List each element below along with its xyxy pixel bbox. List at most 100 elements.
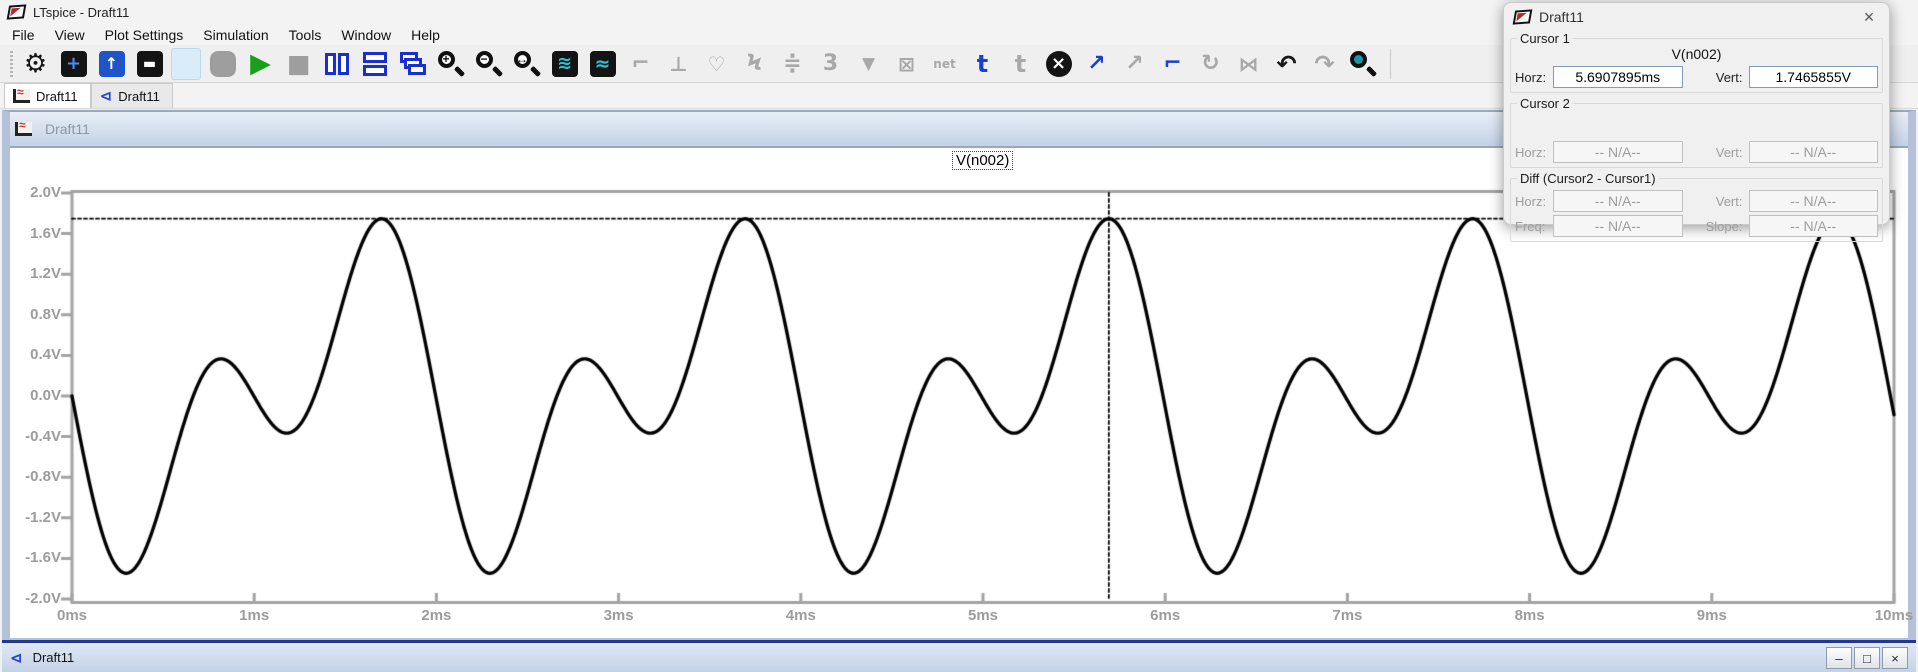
cursor2-group: Cursor 2 Horz: -- N/A-- Vert: -- N/A-- [1510,96,1883,168]
schematic-window-title-bar[interactable]: ⊲ Draft11 – □ × [2,640,1916,672]
diff-slope-value: -- N/A-- [1749,215,1879,237]
autorange-y-axis-icon[interactable]: ≋ [548,48,581,80]
menu-item-help[interactable]: Help [401,27,450,43]
cursor1-vert-label: Vert: [1697,70,1743,85]
y-axis-tick-label: -0.4V [11,428,61,445]
x-axis-tick-label: 5ms [951,607,1015,624]
y-axis-tick-label: -1.6V [11,549,61,566]
diff-horz-value: -- N/A-- [1553,190,1683,212]
ground-icon[interactable]: ⊥ [662,48,695,80]
spice-directive-icon[interactable]: t [1004,48,1037,80]
new-schematic-icon[interactable]: + [57,48,90,80]
diff-vert-label: Vert: [1697,194,1743,209]
cursor2-vert-label: Vert: [1697,145,1743,160]
cursor-dialog-title-bar[interactable]: Draft11 × [1504,3,1889,31]
delete-icon[interactable]: × [1042,48,1075,80]
halt-icon[interactable]: ■ [282,48,315,80]
net-label-icon[interactable]: ♡ [700,48,733,80]
x-axis-tick-label: 6ms [1133,607,1197,624]
close-icon[interactable]: × [1859,7,1879,28]
cursor1-label: Cursor 1 [1517,31,1573,46]
menu-item-plot-settings[interactable]: Plot Settings [95,27,194,43]
minimize-button[interactable]: – [1826,647,1852,669]
tab-waveform-draft11[interactable]: ≈ Draft11 [4,83,91,108]
capacitor-icon[interactable]: ≑ [776,48,809,80]
net-name-icon[interactable]: net [928,48,961,80]
zoom-out-icon[interactable]: − [472,48,505,80]
waveform-window-title: Draft11 [45,121,90,137]
y-axis-tick-label: -2.0V [11,590,61,607]
app-title: LTspice - Draft11 [33,5,129,20]
zoom-full-extents-icon[interactable]: ↔ [510,48,543,80]
ltspice-logo-icon [1513,9,1533,24]
diff-freq-value: -- N/A-- [1553,215,1683,237]
control-panel-icon[interactable]: ⚙ [19,48,52,80]
diff-horz-label: Horz: [1515,194,1553,209]
cursor2-label: Cursor 2 [1517,96,1573,111]
diode-icon[interactable]: ▼ [852,48,885,80]
tile-vertical-icon[interactable] [320,48,353,80]
menu-item-view[interactable]: View [45,27,95,43]
window-buttons: – □ × [1824,647,1908,669]
cursor-dialog[interactable]: Draft11 × Cursor 1 V(n002) Horz: 5.69078… [1503,2,1890,225]
text-icon[interactable]: t [966,48,999,80]
trace-label[interactable]: V(n002) [952,151,1013,170]
cursor2-horz-label: Horz: [1515,145,1553,160]
empty-highlighted-slot [171,48,201,80]
run-icon[interactable]: ▶ [244,48,277,80]
y-axis-tick-label: -1.2V [11,509,61,526]
x-axis-tick-label: 10ms [1862,607,1918,624]
resistor-icon[interactable]: Ϟ [738,48,771,80]
cascade-windows-icon[interactable] [396,48,429,80]
menu-item-tools[interactable]: Tools [279,27,332,43]
diff-group: Diff (Cursor2 - Cursor1) Horz: -- N/A-- … [1510,171,1883,242]
move-icon[interactable]: ↗ [1080,48,1113,80]
zoom-in-icon[interactable]: + [434,48,467,80]
cursor1-vert-value[interactable]: 1.7465855V [1749,66,1879,88]
x-axis-tick-label: 3ms [587,607,651,624]
waveform-plot-icon: ≈ [15,122,32,136]
drag-icon[interactable]: ↗ [1118,48,1151,80]
undo-icon[interactable]: ↶ [1270,48,1303,80]
diff-vert-value: -- N/A-- [1749,190,1879,212]
waveform-pane-icon[interactable]: ≈ [586,48,619,80]
y-axis-tick-label: 0.4V [11,346,61,363]
diff-label: Diff (Cursor2 - Cursor1) [1517,171,1659,186]
inductor-icon[interactable]: 3 [814,48,847,80]
mirror-icon[interactable]: ⋈ [1232,48,1265,80]
component-icon[interactable]: ⊠ [890,48,923,80]
wire-icon[interactable]: ⌐ [624,48,657,80]
redo-icon[interactable]: ↷ [1308,48,1341,80]
y-axis-tick-label: 0.0V [11,387,61,404]
x-axis-tick-label: 7ms [1315,607,1379,624]
stretch-wire-icon[interactable]: ⌐ [1156,48,1189,80]
x-axis-tick-label: 8ms [1498,607,1562,624]
diff-slope-label: Slope: [1697,219,1743,234]
x-axis-tick-label: 1ms [222,607,286,624]
menu-item-simulation[interactable]: Simulation [193,27,278,43]
save-icon[interactable]: ▬ [133,48,166,80]
restore-button[interactable]: □ [1854,647,1880,669]
cursor2-horz-value: -- N/A-- [1553,141,1683,163]
rotate-icon[interactable]: ↻ [1194,48,1227,80]
menu-item-file[interactable]: File [2,27,45,43]
schematic-icon: ⊲ [10,649,23,667]
cursor1-horz-value[interactable]: 5.6907895ms [1553,66,1683,88]
x-axis-tick-label: 9ms [1680,607,1744,624]
y-axis-tick-label: 2.0V [11,184,61,201]
tab-schematic-draft11[interactable]: ⊲ Draft11 [91,83,173,108]
ltspice-logo-icon [7,4,27,19]
tab-label: Draft11 [118,89,160,104]
close-button[interactable]: × [1882,647,1908,669]
tile-horizontal-icon[interactable] [358,48,391,80]
toolbar-grip [10,51,13,77]
find-icon[interactable] [1346,48,1379,80]
waveform-plot-icon: ≈ [13,89,30,103]
y-axis-tick-label: -0.8V [11,468,61,485]
pause-icon[interactable] [206,48,239,80]
ltspice-app: LTspice - Draft11 FileViewPlot SettingsS… [0,0,1918,672]
diff-freq-label: Freq: [1515,219,1553,234]
open-file-icon[interactable]: ↑ [95,48,128,80]
tab-label: Draft11 [36,89,78,104]
menu-item-window[interactable]: Window [331,27,401,43]
